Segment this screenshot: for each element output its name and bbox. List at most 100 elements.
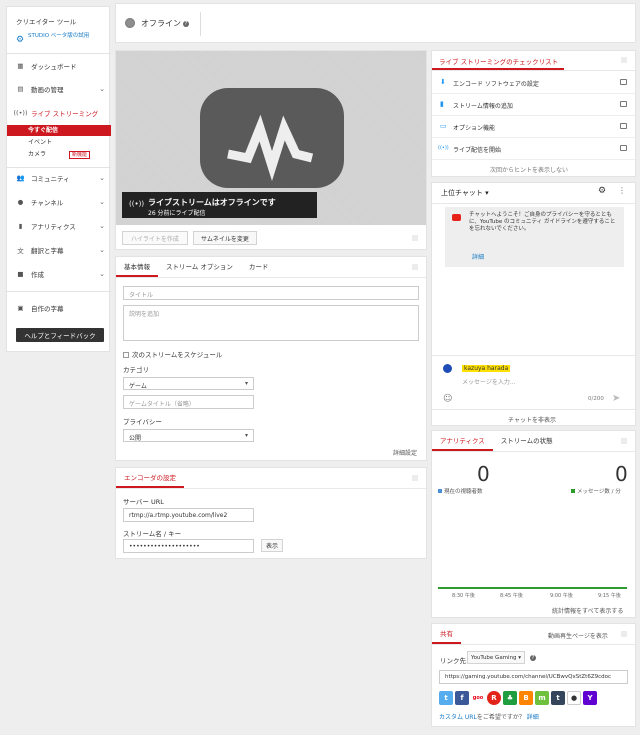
- schedule-checkbox[interactable]: 次のストリームをスケジュール: [123, 349, 222, 359]
- drag-handle[interactable]: [412, 475, 418, 481]
- viewers-color-swatch: [438, 489, 442, 493]
- sidebar-section-title: クリエイター ツール: [16, 18, 77, 26]
- server-url-label: サーバー URL: [123, 498, 164, 506]
- chart-icon: ▮: [440, 100, 444, 108]
- help-feedback-button[interactable]: ヘルプとフィードバック: [16, 328, 104, 342]
- current-viewers-value: 0: [477, 462, 490, 486]
- help-icon[interactable]: ?: [530, 655, 536, 661]
- chevron-down-icon: ⌄: [99, 246, 105, 254]
- watch-page-link[interactable]: 動画再生ページを表示: [548, 631, 608, 640]
- time-tick: 8:30 午後: [452, 593, 475, 599]
- tab-encoder-settings[interactable]: エンコーダの設定: [116, 468, 184, 488]
- yahoo-icon[interactable]: Y: [583, 691, 597, 705]
- drag-handle[interactable]: [412, 264, 418, 270]
- film-icon: ▤: [17, 85, 24, 93]
- chat-mode-dropdown[interactable]: 上位チャット ▾: [441, 188, 489, 198]
- link-target-label: リンク先: [440, 657, 466, 665]
- chevron-down-icon: ⌄: [99, 222, 105, 230]
- sidebar-subitem-stream-now[interactable]: 今すぐ配信: [7, 125, 111, 136]
- change-thumbnail-button[interactable]: サムネイルを変更: [193, 231, 257, 245]
- tumblr-icon[interactable]: t: [551, 691, 565, 705]
- tab-stream-options[interactable]: ストリーム オプション: [158, 257, 241, 277]
- view-all-stats-link[interactable]: 統計情報をすべて表示する: [552, 606, 623, 615]
- livedoor-icon[interactable]: ♣: [503, 691, 517, 705]
- checklist-item[interactable]: ((•)) ライブ配信を開始: [432, 138, 635, 160]
- tab-share[interactable]: 共有: [432, 624, 461, 644]
- drag-handle[interactable]: [412, 235, 418, 241]
- chevron-down-icon: ⌄: [99, 270, 105, 278]
- sidebar-item-live-streaming[interactable]: ((•)) ライブ ストリーミング: [7, 106, 111, 120]
- advanced-settings-link[interactable]: 詳細設定: [393, 448, 417, 457]
- sidebar-item-community[interactable]: 👥 コミュニティ ⌄: [7, 171, 111, 185]
- current-viewers-label: 現在の視聴者数: [444, 489, 483, 495]
- show-key-button[interactable]: 表示: [261, 539, 283, 552]
- video-preview[interactable]: ((•)) ライブストリームはオフラインです 26 分前にライブ配信: [116, 51, 426, 225]
- tab-basic-info[interactable]: 基本情報: [116, 257, 158, 277]
- ameba-icon[interactable]: R: [487, 691, 501, 705]
- drag-handle[interactable]: [621, 57, 627, 63]
- settings-gear-icon[interactable]: ⚙: [598, 186, 606, 196]
- sidebar-item-label: アナリティクス: [31, 223, 76, 231]
- drag-handle[interactable]: [621, 631, 627, 637]
- messages-color-swatch: [571, 489, 575, 493]
- chevron-down-icon: ⌄: [99, 85, 105, 93]
- server-url-field[interactable]: rtmp://a.rtmp.youtube.com/live2: [123, 508, 254, 522]
- custom-url-details-link[interactable]: 詳細: [527, 714, 539, 721]
- share-url-field[interactable]: https://gaming.youtube.com/channel/UCBwv…: [439, 670, 628, 684]
- sidebar-item-analytics[interactable]: ▮ アナリティクス ⌄: [7, 219, 111, 233]
- stream-key-field[interactable]: ••••••••••••••••••••: [123, 539, 254, 553]
- title-input[interactable]: タイトル: [123, 286, 419, 300]
- external-link-icon: [620, 101, 627, 107]
- twitter-icon[interactable]: t: [439, 691, 453, 705]
- details-link[interactable]: 詳細: [472, 252, 484, 261]
- tab-stream-health[interactable]: ストリームの状態: [493, 431, 561, 451]
- sidebar-item-translations[interactable]: 文 翻訳と字幕 ⌄: [7, 243, 111, 257]
- sidebar-item-dashboard[interactable]: ▦ ダッシュボード: [7, 59, 111, 73]
- help-icon[interactable]: ?: [183, 21, 189, 27]
- goo-icon[interactable]: goo: [471, 691, 485, 705]
- create-highlight-button[interactable]: ハイライトを作成: [122, 231, 188, 245]
- custom-url-text: をご希望ですか？: [476, 714, 525, 721]
- sidebar-item-create[interactable]: ■ 作成 ⌄: [7, 267, 111, 281]
- sidebar-item-label: ライブ ストリーミング: [31, 110, 99, 118]
- people-icon: 👥: [16, 174, 25, 182]
- category-select[interactable]: ゲーム: [123, 377, 254, 390]
- checklist-item[interactable]: ▭ オプション機能: [432, 116, 635, 138]
- sidebar-subitem-camera[interactable]: カメラ 新機能: [7, 149, 111, 160]
- custom-url-prompt: カスタム URLをご希望ですか？ 詳細: [439, 712, 539, 721]
- blogger-icon[interactable]: B: [519, 691, 533, 705]
- sidebar-item-video-manager[interactable]: ▤ 動画の管理 ⌄: [7, 82, 111, 96]
- mixi-icon[interactable]: m: [535, 691, 549, 705]
- sidebar-item-label: 翻訳と字幕: [31, 247, 64, 255]
- drag-handle[interactable]: [621, 438, 627, 444]
- external-link-icon: [620, 123, 627, 129]
- privacy-select[interactable]: 公開: [123, 429, 254, 442]
- hide-chat-button[interactable]: チャットを非表示: [508, 415, 556, 424]
- offline-title: ライブストリームはオフラインです: [148, 198, 276, 207]
- game-title-input[interactable]: ゲームタイトル（省略）: [123, 395, 254, 409]
- link-target-select[interactable]: YouTube Gaming ▾: [467, 651, 525, 664]
- custom-url-link[interactable]: カスタム URL: [439, 714, 477, 721]
- reddit-icon[interactable]: ●: [567, 691, 581, 705]
- send-icon[interactable]: ➤: [612, 393, 620, 404]
- tab-cards[interactable]: カード: [241, 257, 277, 277]
- chevron-down-icon: ⌄: [99, 198, 105, 206]
- sidebar-item-your-subtitles[interactable]: ▣ 自作の字幕: [7, 301, 111, 315]
- emoji-icon[interactable]: ☺: [443, 394, 452, 404]
- more-vert-icon[interactable]: ⋮: [618, 186, 626, 195]
- youtube-icon: [452, 214, 461, 221]
- checklist-item[interactable]: ▮ ストリーム情報の追加: [432, 94, 635, 116]
- chat-message-input[interactable]: メッセージを入力...: [462, 377, 582, 386]
- stream-key-label: ストリーム名 / キー: [123, 530, 182, 538]
- tab-analytics[interactable]: アナリティクス: [432, 431, 493, 451]
- sidebar-item-label: ダッシュボード: [31, 63, 77, 71]
- sidebar-item-channel[interactable]: ● チャンネル ⌄: [7, 195, 111, 209]
- sidebar-item-label: 自作の字幕: [31, 305, 64, 313]
- hide-tips-link[interactable]: 次回からヒントを表示しない: [490, 165, 568, 174]
- studio-beta-link[interactable]: ⚙ STUDIO ベータ版の試用: [16, 32, 106, 48]
- checklist-item-label: オプション機能: [453, 125, 496, 132]
- facebook-icon[interactable]: f: [455, 691, 469, 705]
- description-input[interactable]: 説明を追加: [123, 305, 419, 341]
- checklist-item[interactable]: ⬇ エンコード ソフトウェアの設定: [432, 72, 635, 94]
- sidebar-subitem-events[interactable]: イベント: [7, 137, 111, 148]
